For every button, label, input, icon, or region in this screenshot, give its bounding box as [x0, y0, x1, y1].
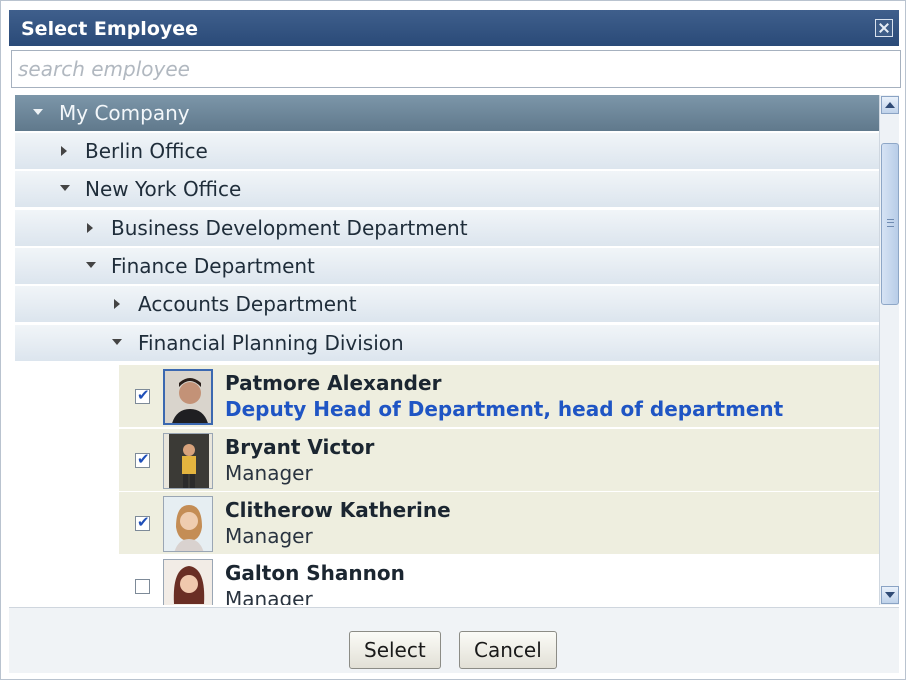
tree-node-label: New York Office	[85, 177, 242, 201]
chevron-right-icon[interactable]	[114, 299, 120, 309]
employee-name: Clitherow Katherine	[225, 498, 451, 522]
scroll-up-icon[interactable]	[881, 96, 899, 114]
tree-node-label: Financial Planning Division	[138, 331, 404, 355]
employee-role: Deputy Head of Department, head of depar…	[225, 397, 784, 421]
employee-photo	[163, 496, 213, 552]
scroll-down-icon[interactable]	[881, 586, 899, 604]
employee-row[interactable]: Patmore Alexander Deputy Head of Departm…	[119, 365, 879, 427]
employee-row[interactable]: Galton Shannon Manager	[119, 555, 879, 605]
chevron-down-icon[interactable]	[86, 262, 96, 268]
tree-node-label: My Company	[59, 101, 190, 125]
employee-role: Manager	[225, 587, 313, 605]
dialog-title: Select Employee	[21, 18, 199, 40]
tree-node-new-york-office[interactable]: New York Office	[15, 171, 879, 208]
tree-node-berlin-office[interactable]: Berlin Office	[15, 133, 879, 170]
dialog-footer: Select Cancel	[9, 607, 899, 673]
employee-checkbox[interactable]	[135, 450, 150, 468]
tree-node-financial-planning[interactable]: Financial Planning Division	[15, 325, 879, 362]
employee-checkbox[interactable]	[135, 386, 150, 404]
employee-photo	[163, 559, 213, 605]
select-employee-dialog: Select Employee My Company Berlin Office…	[0, 0, 906, 680]
chevron-right-icon[interactable]	[87, 223, 93, 233]
tree-node-accounts-department[interactable]: Accounts Department	[15, 286, 879, 323]
chevron-right-icon[interactable]	[61, 146, 67, 156]
chevron-down-icon[interactable]	[33, 109, 43, 115]
employee-name: Patmore Alexander	[225, 371, 442, 395]
cancel-button[interactable]: Cancel	[459, 631, 557, 669]
employee-checkbox[interactable]	[135, 579, 150, 594]
employee-role: Manager	[225, 461, 313, 485]
tree-node-label: Business Development Department	[111, 216, 468, 240]
search-input[interactable]	[11, 50, 901, 88]
employee-name: Bryant Victor	[225, 435, 375, 459]
tree-node-label: Finance Department	[111, 254, 315, 278]
employee-row[interactable]: Bryant Victor Manager	[119, 429, 879, 491]
close-icon[interactable]	[875, 19, 893, 37]
org-tree: My Company Berlin Office New York Office…	[15, 95, 879, 605]
grip-icon	[887, 219, 894, 227]
select-button[interactable]: Select	[349, 631, 441, 669]
employee-photo	[163, 369, 213, 425]
employee-checkbox[interactable]	[135, 513, 150, 531]
employee-row[interactable]: Clitherow Katherine Manager	[119, 492, 879, 554]
tree-node-label: Berlin Office	[85, 139, 208, 163]
tree-node-label: Accounts Department	[138, 292, 357, 316]
scrollbar-thumb[interactable]	[881, 143, 899, 305]
employee-role: Manager	[225, 524, 313, 548]
tree-node-finance-department[interactable]: Finance Department	[15, 248, 879, 285]
dialog-titlebar: Select Employee	[9, 10, 899, 46]
tree-node-business-development[interactable]: Business Development Department	[15, 210, 879, 247]
employee-photo	[163, 433, 213, 489]
employee-name: Galton Shannon	[225, 561, 405, 585]
tree-scrollbar[interactable]	[879, 95, 899, 605]
chevron-down-icon[interactable]	[60, 185, 70, 191]
chevron-down-icon[interactable]	[112, 339, 122, 345]
tree-node-my-company[interactable]: My Company	[15, 95, 879, 132]
